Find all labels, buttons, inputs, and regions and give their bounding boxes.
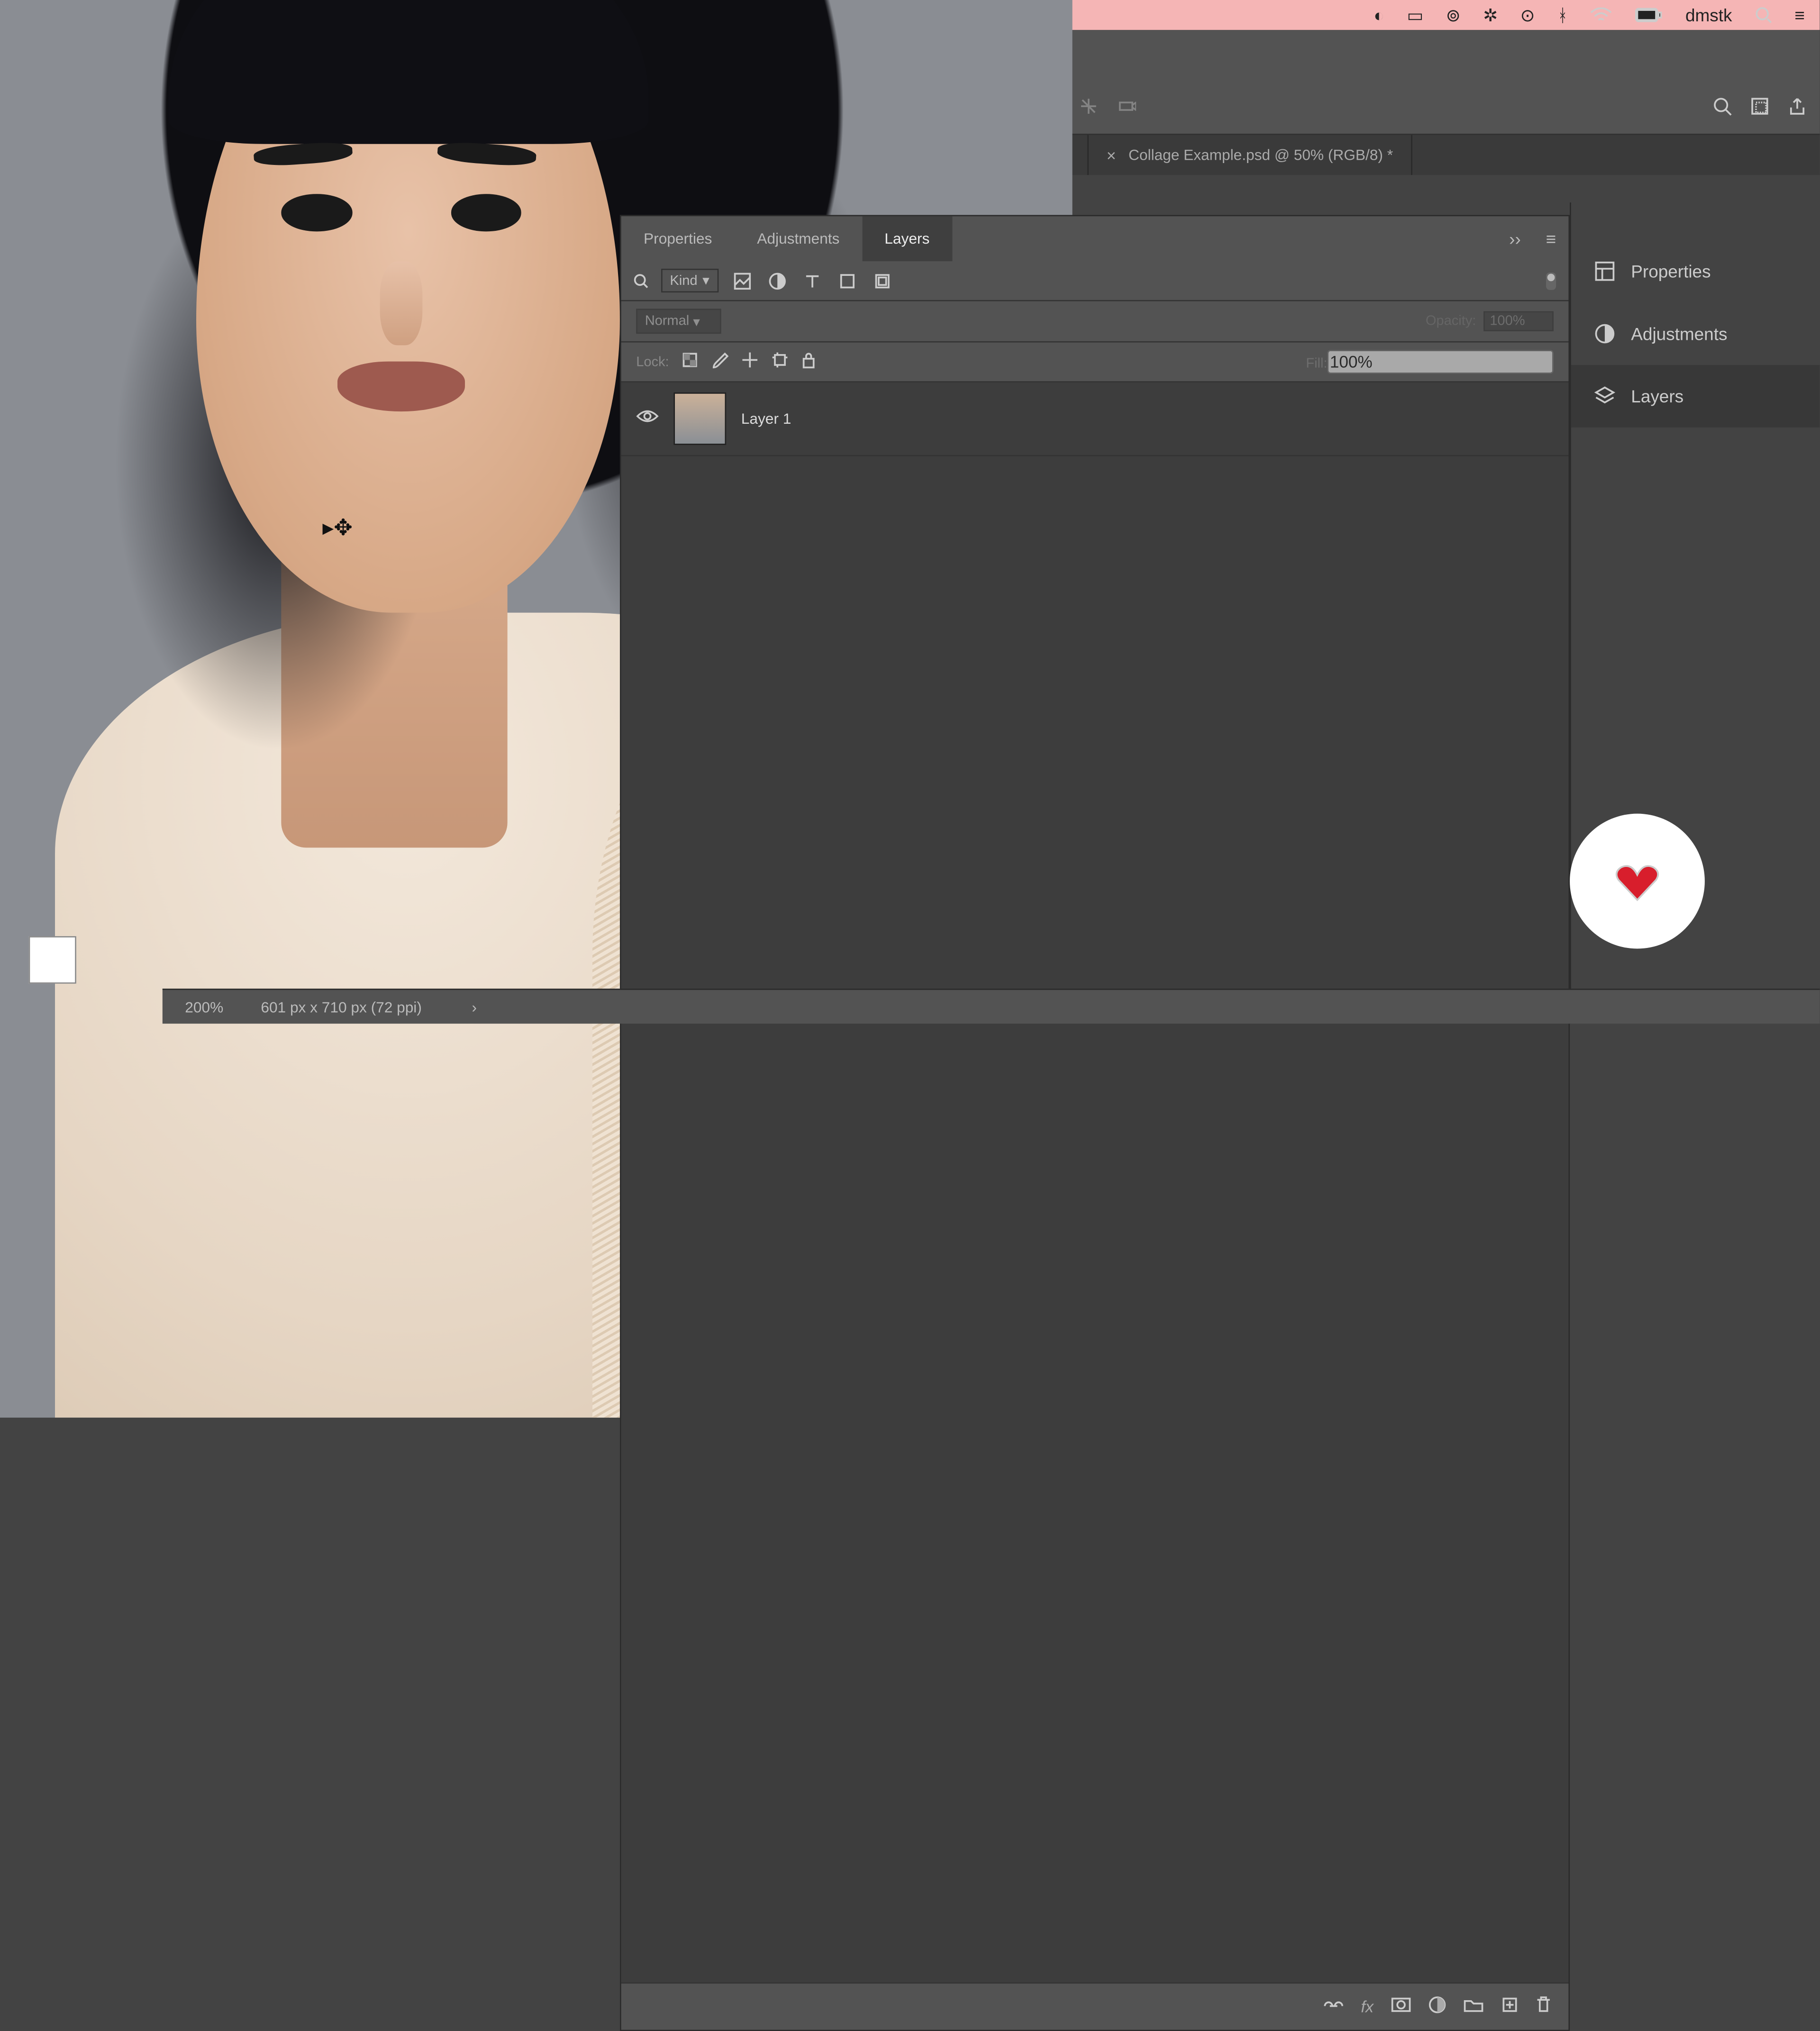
fill-input[interactable] bbox=[1327, 350, 1553, 373]
group-icon[interactable] bbox=[1464, 1997, 1483, 2016]
filter-pixel-icon[interactable] bbox=[730, 269, 753, 291]
filter-smart-icon[interactable] bbox=[871, 269, 893, 291]
floating-badge[interactable] bbox=[1570, 814, 1705, 949]
status-bar: 200% 601 px x 710 px (72 ppi) › bbox=[163, 989, 1820, 1024]
mask-icon[interactable] bbox=[1391, 1997, 1411, 2016]
lock-label: Lock: bbox=[636, 355, 669, 370]
statusitem-5-icon[interactable]: ⊙ bbox=[1520, 4, 1535, 26]
opacity-input[interactable] bbox=[1483, 311, 1554, 331]
layers-footer: fx bbox=[621, 1982, 1569, 2030]
layer-name[interactable]: Layer 1 bbox=[741, 410, 792, 428]
adjustment-layer-icon[interactable] bbox=[1429, 1996, 1446, 2017]
battery-icon[interactable] bbox=[1635, 8, 1663, 23]
menubar-user[interactable]: dmstk bbox=[1685, 5, 1732, 25]
dock-adjustments[interactable]: Adjustments bbox=[1571, 302, 1820, 365]
canvas-area[interactable]: ▸✥ bbox=[163, 240, 570, 986]
layers-list: Layer 1 bbox=[621, 383, 1569, 1982]
statusitem-4-icon[interactable]: ✲ bbox=[1483, 4, 1498, 26]
filter-shape-icon[interactable] bbox=[836, 269, 858, 291]
visibility-icon[interactable] bbox=[636, 408, 658, 430]
dock-properties[interactable]: Properties bbox=[1571, 240, 1820, 302]
lock-brush-icon[interactable] bbox=[711, 351, 729, 373]
filter-toggle-icon[interactable] bbox=[1546, 272, 1556, 290]
collapse-panel-icon[interactable]: ›› bbox=[1497, 216, 1533, 261]
doc-tab-2[interactable]: × Collage Example.psd @ 50% (RGB/8) * bbox=[1089, 135, 1412, 175]
quickexport-icon[interactable] bbox=[1750, 96, 1770, 120]
wifi-icon[interactable] bbox=[1591, 8, 1613, 23]
docinfo-chevron-icon[interactable]: › bbox=[472, 998, 477, 1016]
panel-menu-icon[interactable]: ≡ bbox=[1533, 216, 1568, 261]
opacity-label: Opacity: bbox=[1426, 314, 1476, 329]
layer-thumbnail[interactable] bbox=[673, 392, 726, 445]
filter-adjust-icon[interactable] bbox=[765, 269, 788, 291]
fx-icon[interactable]: fx bbox=[1361, 1997, 1374, 2016]
lock-artboard-icon[interactable] bbox=[772, 351, 789, 373]
3d-zoom-icon bbox=[1116, 96, 1136, 120]
statusitem-1-icon[interactable]: ◐ bbox=[1374, 5, 1384, 25]
panel-tabs: Properties Adjustments Layers ›› ≡ bbox=[621, 216, 1569, 261]
doc-info[interactable]: 601 px x 710 px (72 ppi) bbox=[261, 998, 422, 1016]
link-layers-icon[interactable] bbox=[1323, 1997, 1343, 2016]
lock-position-icon[interactable] bbox=[742, 351, 759, 373]
foreground-swatch[interactable] bbox=[29, 936, 76, 984]
lock-all-icon[interactable] bbox=[801, 351, 817, 373]
3d-slide-icon bbox=[1079, 96, 1099, 120]
panel-tab-adjustments[interactable]: Adjustments bbox=[735, 216, 862, 261]
filter-type-icon[interactable] bbox=[801, 269, 823, 291]
statusitem-2-icon[interactable]: ▭ bbox=[1407, 4, 1423, 26]
dock-layers[interactable]: Layers bbox=[1571, 365, 1820, 428]
panel-tab-properties[interactable]: Properties bbox=[621, 216, 735, 261]
close-tab-icon[interactable]: × bbox=[1107, 146, 1116, 164]
layer-row[interactable]: Layer 1 bbox=[621, 383, 1569, 456]
layer-options-row: Normal ▾ Opacity: bbox=[621, 301, 1569, 343]
statusitem-3-icon[interactable]: ⊚ bbox=[1446, 4, 1461, 26]
zoom-level[interactable]: 200% bbox=[185, 998, 223, 1016]
bluetooth-icon[interactable]: ᚼ bbox=[1557, 5, 1568, 25]
new-layer-icon[interactable] bbox=[1501, 1996, 1519, 2017]
tab-label: Collage Example.psd @ 50% (RGB/8) * bbox=[1128, 146, 1393, 164]
delete-layer-icon[interactable] bbox=[1536, 1996, 1551, 2017]
filter-kind-dropdown[interactable]: Kind ▾ bbox=[661, 269, 718, 292]
blendmode-dropdown[interactable]: Normal ▾ bbox=[636, 309, 721, 334]
search-icon[interactable] bbox=[1712, 96, 1732, 120]
spotlight-icon[interactable] bbox=[1755, 6, 1772, 24]
layer-filter-row: Kind ▾ bbox=[621, 261, 1569, 301]
layers-panel: Properties Adjustments Layers ›› ≡ Kind … bbox=[620, 215, 1570, 2031]
fill-label: Fill: bbox=[1306, 356, 1327, 372]
lock-pixels-icon[interactable] bbox=[682, 351, 699, 373]
layer-lock-row: Lock: Fill: bbox=[621, 343, 1569, 383]
panel-tab-layers[interactable]: Layers bbox=[862, 216, 952, 261]
controlcenter-icon[interactable]: ≡ bbox=[1794, 5, 1805, 25]
share-icon[interactable] bbox=[1787, 96, 1807, 120]
